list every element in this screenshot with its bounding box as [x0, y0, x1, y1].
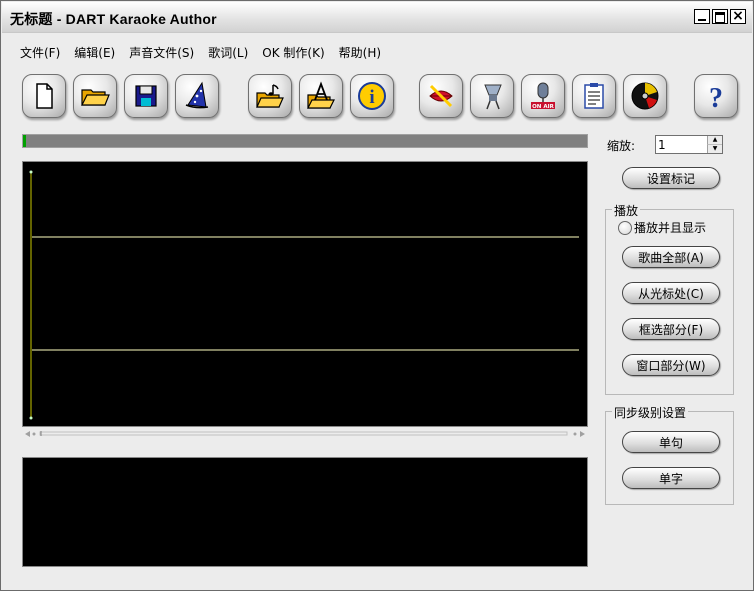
open-lyrics-icon: [307, 81, 335, 109]
toolbar: i ON AIR ?: [15, 71, 749, 123]
scroll-right-icon[interactable]: [580, 431, 585, 437]
cd-disc-icon: [631, 82, 659, 110]
set-marker-button[interactable]: 设置标记: [622, 167, 720, 189]
on-air-button[interactable]: ON AIR: [521, 74, 565, 118]
zoom-spinbox: ▲ ▼: [655, 135, 723, 154]
help-glyph: ?: [709, 83, 723, 111]
playback-group-title: 播放: [612, 202, 641, 219]
play-and-show-label: 播放并且显示: [634, 221, 707, 235]
open-lyrics-button[interactable]: [299, 74, 343, 118]
sync-level-group-title: 同步级别设置: [612, 404, 689, 421]
maximize-button[interactable]: [712, 9, 728, 24]
new-button[interactable]: [22, 74, 66, 118]
song-all-label: 歌曲全部(A): [638, 250, 704, 265]
on-air-label: ON AIR: [532, 104, 554, 110]
clipboard-icon: [584, 83, 604, 109]
cursor-top-marker: [29, 170, 33, 174]
menu-sound-file[interactable]: 声音文件(S): [122, 45, 201, 61]
single-line-label: 单句: [658, 435, 683, 450]
zoom-label: 缩放:: [607, 139, 636, 153]
open-folder-icon: [81, 89, 110, 106]
open-audio-button[interactable]: [248, 74, 292, 118]
close-icon: ×: [732, 8, 744, 24]
chevron-up-icon: ▲: [712, 136, 718, 143]
set-marker-label: 设置标记: [646, 171, 695, 186]
main-window: 无标题 - DART Karaoke Author × 文件(F) 编辑(E) …: [0, 0, 754, 591]
zoom-input[interactable]: [658, 137, 708, 152]
save-disk-icon: [135, 85, 157, 107]
cd-button[interactable]: [623, 74, 667, 118]
selection-button[interactable]: 框选部分(F): [622, 318, 720, 340]
new-document-icon: [36, 83, 53, 109]
menu-lyrics[interactable]: 歌词(L): [201, 45, 255, 61]
minimize-button[interactable]: [694, 9, 710, 24]
play-and-show-radio[interactable]: [618, 220, 632, 235]
notes-button[interactable]: [572, 74, 616, 118]
waveform-canvas: [29, 170, 579, 420]
menu-help[interactable]: 帮助(H): [332, 45, 388, 61]
scroll-track[interactable]: [39, 431, 568, 436]
scroll-left-dot: [32, 432, 36, 436]
waveform-display[interactable]: [22, 161, 588, 427]
menu-bar: 文件(F) 编辑(E) 声音文件(S) 歌词(L) OK 制作(K) 帮助(H): [13, 45, 388, 61]
menu-edit[interactable]: 编辑(E): [67, 45, 122, 61]
window-title: 无标题 - DART Karaoke Author: [10, 11, 217, 27]
chevron-down-icon: ▼: [712, 145, 718, 152]
menu-ok-make[interactable]: OK 制作(K): [255, 45, 331, 61]
wizard-hat-icon: [185, 81, 209, 109]
on-air-microphone-icon: ON AIR: [531, 82, 555, 110]
window-part-button[interactable]: 窗口部分(W): [622, 354, 720, 376]
menu-file[interactable]: 文件(F): [13, 45, 67, 61]
wizard-button[interactable]: [175, 74, 219, 118]
info-icon: i: [358, 82, 386, 110]
scroll-left-icon[interactable]: [25, 431, 30, 437]
open-audio-icon: [256, 84, 284, 108]
no-lips-icon: [429, 84, 453, 108]
cursor-bottom-marker: [29, 416, 33, 420]
zoom-down-button[interactable]: ▼: [707, 145, 722, 153]
song-all-button[interactable]: 歌曲全部(A): [622, 246, 720, 268]
window-controls: ×: [694, 9, 746, 24]
single-char-label: 单字: [658, 471, 683, 486]
single-char-button[interactable]: 单字: [622, 467, 720, 489]
playback-progress-bar: [22, 134, 588, 148]
scroll-right-dot: [573, 432, 577, 436]
info-glyph: i: [369, 87, 374, 108]
scrollbar-graphic: [25, 431, 585, 437]
help-icon: ?: [709, 83, 723, 111]
window-part-label: 窗口部分(W): [636, 358, 706, 373]
from-cursor-label: 从光标处(C): [638, 286, 704, 301]
play-and-show-option[interactable]: 播放并且显示: [618, 219, 706, 236]
mixer-icon: [484, 84, 502, 110]
zoom-up-button[interactable]: ▲: [707, 136, 722, 145]
title-bar[interactable]: 无标题 - DART Karaoke Author ×: [2, 2, 752, 33]
info-button[interactable]: i: [350, 74, 394, 118]
lyrics-display[interactable]: [22, 457, 588, 567]
single-line-button[interactable]: 单句: [622, 431, 720, 453]
close-button[interactable]: ×: [730, 9, 746, 24]
sync-level-group: 同步级别设置: [605, 404, 734, 505]
from-cursor-button[interactable]: 从光标处(C): [622, 282, 720, 304]
help-button[interactable]: ?: [694, 74, 738, 118]
waveform-scrollbar[interactable]: [22, 427, 588, 441]
selection-label: 框选部分(F): [638, 322, 704, 337]
save-button[interactable]: [124, 74, 168, 118]
mute-voice-button[interactable]: [419, 74, 463, 118]
open-button[interactable]: [73, 74, 117, 118]
mixer-button[interactable]: [470, 74, 514, 118]
